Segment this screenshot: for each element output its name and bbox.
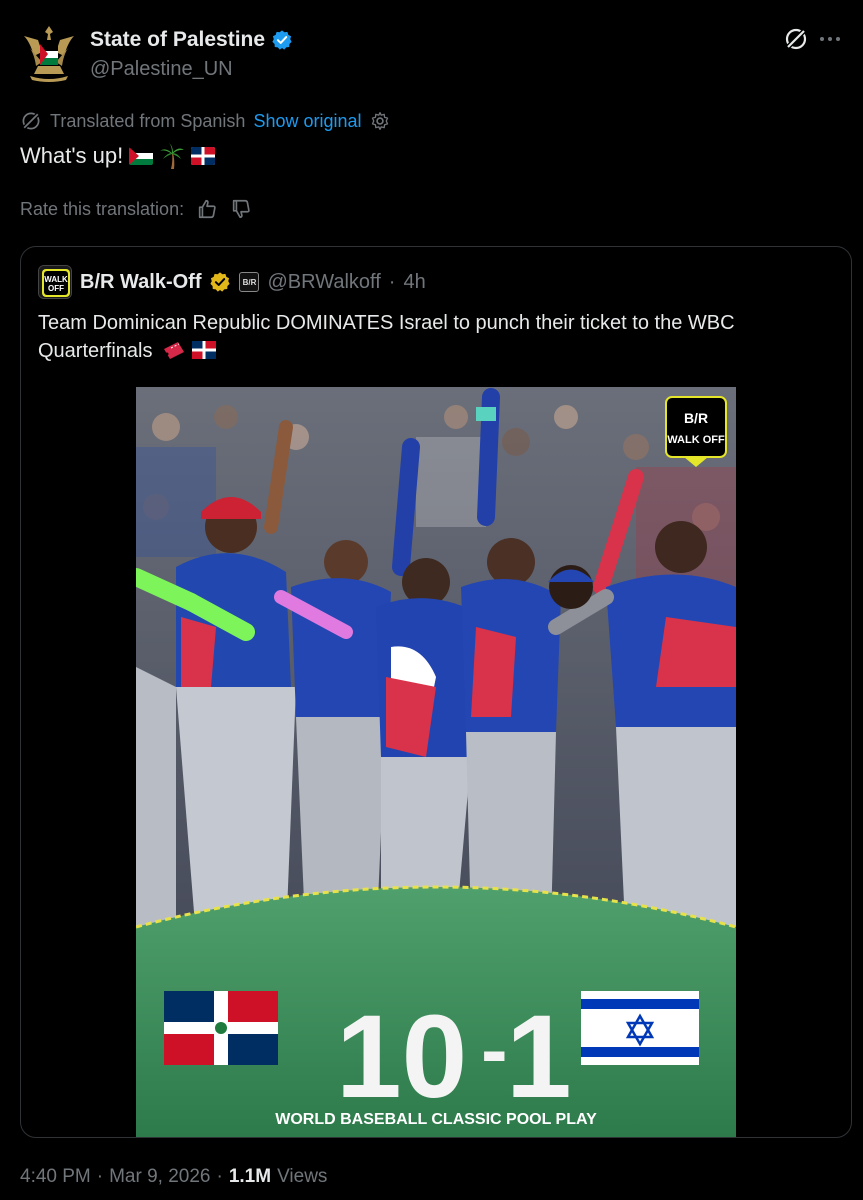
meta-separator: ·: [216, 1166, 223, 1187]
rate-translation: Rate this translation:: [20, 198, 252, 220]
palestine-flag-emoji: [129, 147, 154, 165]
score-left: 10: [336, 991, 467, 1123]
meta-separator: ·: [96, 1166, 104, 1187]
affiliate-badge[interactable]: B/R: [239, 272, 260, 292]
author-name[interactable]: State of Palestine: [90, 28, 265, 52]
views-label: Views: [277, 1166, 328, 1187]
quoted-text-content: Team Dominican Republic DOMINATES Israel…: [38, 312, 735, 362]
post-date[interactable]: Mar 9, 2026: [109, 1166, 210, 1188]
grok-icon[interactable]: [783, 26, 809, 52]
show-original-link[interactable]: Show original: [253, 111, 361, 132]
gold-verified-badge-icon: [210, 272, 231, 292]
thumbs-down-icon[interactable]: [230, 198, 252, 220]
verified-badge-icon: [272, 30, 292, 50]
svg-text:B/R: B/R: [684, 410, 708, 426]
avatar[interactable]: [20, 22, 78, 84]
post-meta: 4:40 PM · Mar 9, 2026 · 1.1M Views: [20, 1166, 327, 1188]
translation-info: Translated from Spanish Show original: [20, 110, 390, 132]
israel-flag: [581, 991, 699, 1065]
dominican-flag-emoji: [191, 341, 216, 359]
quoted-author-name[interactable]: B/R Walk-Off: [80, 271, 201, 294]
dominican-flag: [164, 991, 278, 1065]
score-right: 1: [506, 991, 572, 1123]
palm-tree-emoji: [160, 143, 185, 169]
quoted-logo-text: WALK: [44, 275, 68, 284]
quoted-header: WALK OFF B/R Walk-Off B/R @BRWalkoff · 4…: [38, 265, 426, 299]
svg-text:WALK OFF: WALK OFF: [667, 434, 725, 446]
author-handle[interactable]: @Palestine_UN: [90, 58, 233, 81]
translate-icon: [21, 111, 41, 131]
post-header: State of Palestine @Palestine_UN: [20, 22, 843, 86]
views-count: 1.1M: [228, 1166, 272, 1187]
svg-text:OFF: OFF: [48, 284, 64, 293]
thumbs-up-icon[interactable]: [196, 198, 218, 220]
translated-label: Translated from Spanish: [50, 110, 246, 131]
dominican-flag-emoji: [191, 147, 216, 165]
gear-icon[interactable]: [370, 111, 390, 131]
quoted-post[interactable]: WALK OFF B/R Walk-Off B/R @BRWalkoff · 4…: [20, 246, 852, 1138]
quoted-avatar[interactable]: WALK OFF: [38, 265, 72, 299]
quoted-time[interactable]: 4h: [403, 271, 425, 294]
ticket-emoji: [164, 342, 185, 359]
media-watermark: B/R WALK OFF: [665, 396, 727, 467]
score-dash: -: [481, 1005, 508, 1094]
rate-label: Rate this translation:: [20, 198, 185, 219]
more-icon[interactable]: [817, 26, 843, 52]
quoted-media-image[interactable]: B/R WALK OFF 10 - 1 WORLD BASEBALL CLASS…: [136, 387, 736, 1137]
post-text: What's up!: [20, 143, 216, 169]
post-time[interactable]: 4:40 PM: [20, 1166, 91, 1188]
quoted-author-handle[interactable]: @BRWalkoff: [267, 271, 380, 294]
quoted-text: Team Dominican Republic DOMINATES Israel…: [38, 309, 838, 365]
media-caption: WORLD BASEBALL CLASSIC POOL PLAY: [275, 1111, 597, 1128]
quoted-separator: ·: [388, 270, 396, 293]
post-text-content: What's up!: [20, 143, 124, 168]
